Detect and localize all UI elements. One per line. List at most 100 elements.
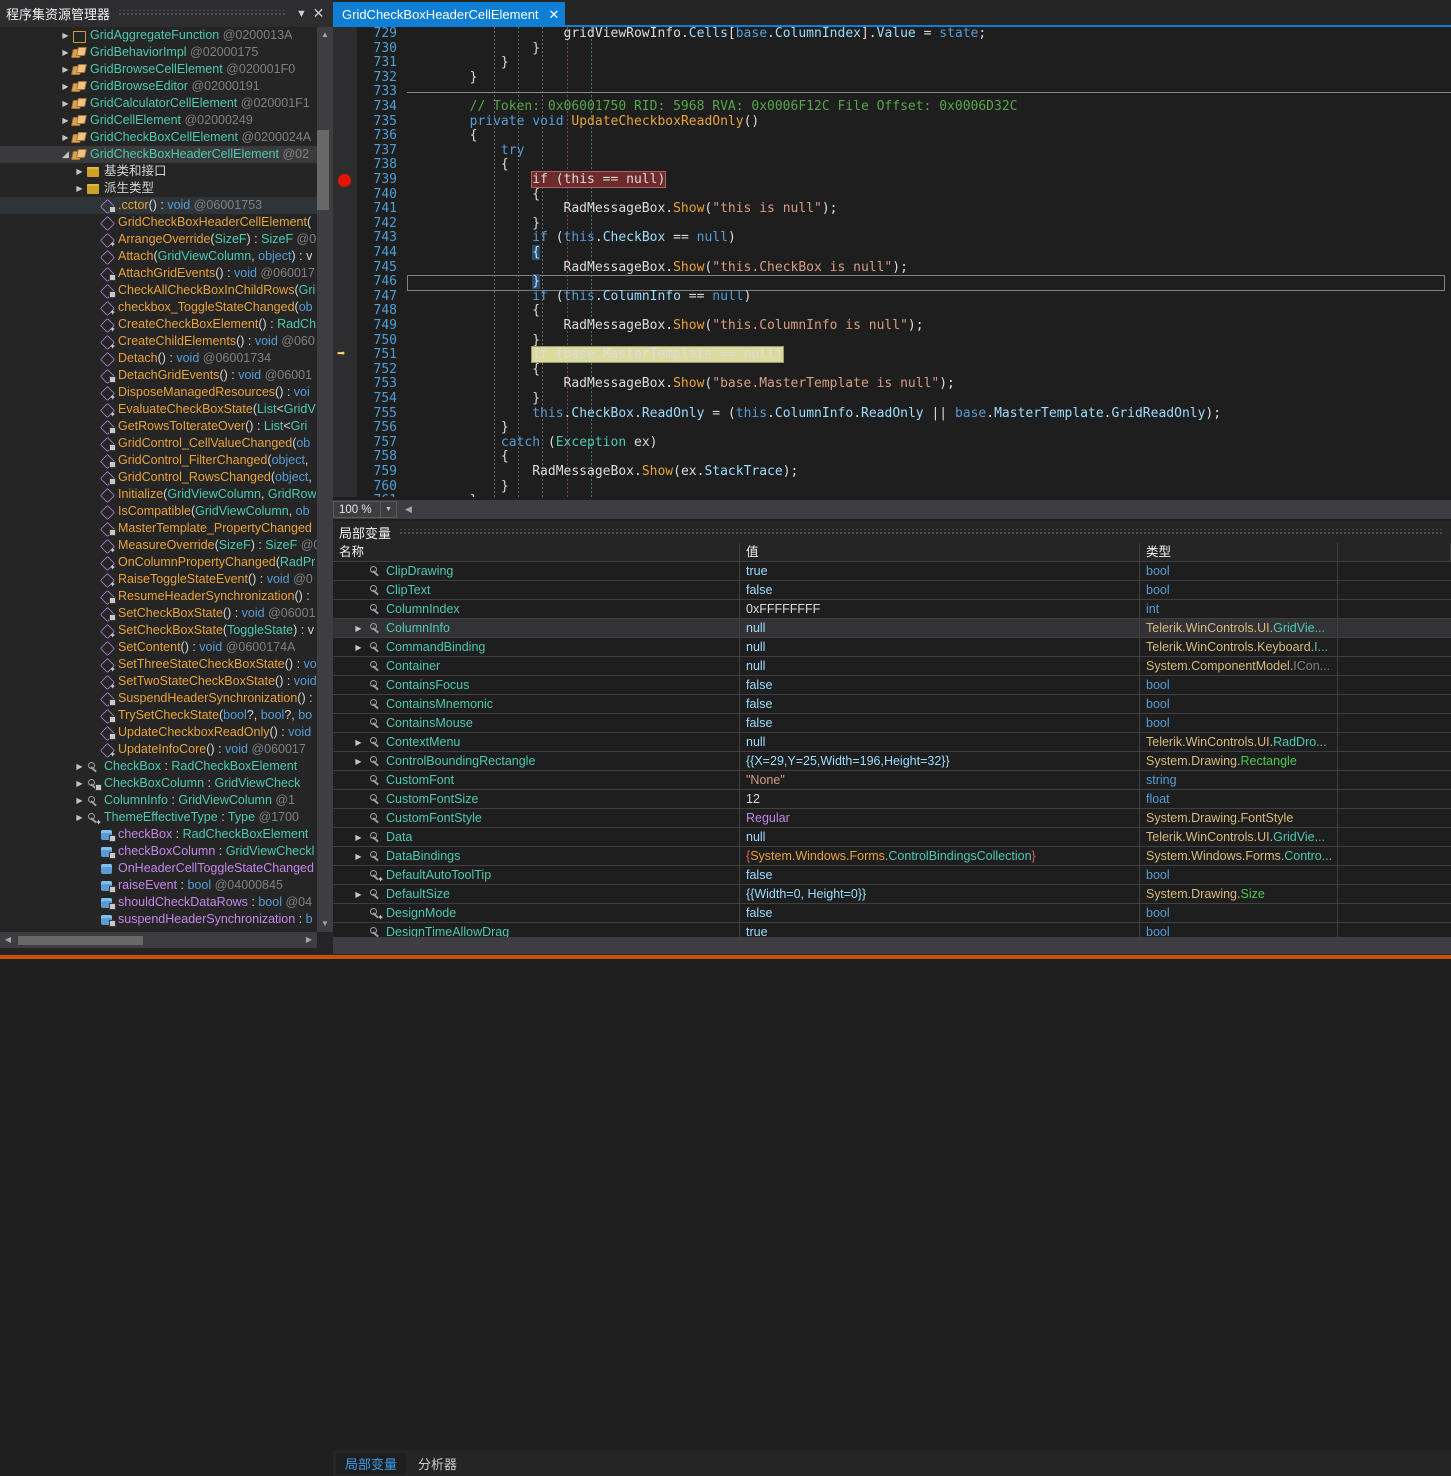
code-editor[interactable]: 729 gridViewRowInfo.Cells[base.ColumnInd… bbox=[333, 27, 1451, 497]
chevron-right-icon[interactable]: ▶ bbox=[60, 129, 71, 146]
cell-name[interactable]: ContainsMnemonic bbox=[333, 695, 740, 713]
tree-item[interactable]: ✦ SetThreeStateCheckBoxState() : vo bbox=[0, 656, 317, 674]
chevron-down-icon[interactable]: ▼ bbox=[381, 501, 397, 518]
code-line[interactable]: 754 } bbox=[333, 391, 1451, 407]
cell-value[interactable]: null bbox=[740, 657, 1140, 675]
tree-item[interactable]: suspendHeaderSynchronization : b bbox=[0, 911, 317, 928]
cell-name[interactable]: ▶ DataBindings bbox=[333, 847, 740, 865]
code-line[interactable]: 737 try bbox=[333, 143, 1451, 159]
locals-grid[interactable]: 名称 值 类型 ClipDrawing true bool ClipText false… bbox=[333, 543, 1451, 942]
breakpoint-icon[interactable] bbox=[338, 174, 351, 187]
code-line[interactable]: 732 } bbox=[333, 70, 1451, 86]
tree-item[interactable]: SetCheckBoxState() : void @06001 bbox=[0, 605, 317, 623]
tree-item[interactable]: Attach(GridViewColumn, object) : v bbox=[0, 248, 317, 266]
code-line[interactable]: 742 } bbox=[333, 216, 1451, 232]
code-line[interactable]: 739 if (this == null) bbox=[333, 171, 1451, 188]
tree-item[interactable]: checkBox : RadCheckBoxElement bbox=[0, 826, 317, 843]
cell-value[interactable]: {{X=29,Y=25,Width=196,Height=32}} bbox=[740, 752, 1140, 770]
code-line[interactable]: 753 RadMessageBox.Show("base.MasterTempl… bbox=[333, 377, 1451, 392]
table-row[interactable]: ▶ Data null Telerik.WinControls.UI.GridVie.… bbox=[333, 828, 1451, 847]
tree-item[interactable]: ▶ GridCheckBoxCellElement @0200024A bbox=[0, 129, 317, 146]
chevron-right-icon[interactable]: ▶ bbox=[74, 180, 85, 197]
code-line[interactable]: 745 RadMessageBox.Show("this.CheckBox is… bbox=[333, 260, 1451, 276]
table-row[interactable]: Container null System.ComponentModel.ICon.… bbox=[333, 657, 1451, 676]
scroll-left-icon[interactable]: ◀ bbox=[405, 504, 412, 515]
zoom-level-value[interactable]: 100 % bbox=[333, 501, 381, 518]
tree-item[interactable]: Detach() : void @06001734 bbox=[0, 350, 317, 368]
code-line[interactable]: 755 this.CheckBox.ReadOnly = (this.Colum… bbox=[333, 406, 1451, 422]
tree-item[interactable]: ▶ CheckBox : RadCheckBoxElement bbox=[0, 758, 317, 775]
tree-item[interactable]: UpdateCheckboxReadOnly() : void bbox=[0, 724, 317, 742]
table-row[interactable]: ▶ CommandBinding null Telerik.WinControls.K… bbox=[333, 638, 1451, 657]
cell-name[interactable]: ContainsFocus bbox=[333, 676, 740, 694]
chevron-down-icon[interactable]: ▼ bbox=[293, 4, 310, 24]
cell-name[interactable]: CustomFontStyle bbox=[333, 809, 740, 827]
tree-item[interactable]: ✦ UpdateInfoCore() : void @060017 bbox=[0, 741, 317, 759]
tree-item[interactable]: .cctor() : void @06001753 bbox=[0, 197, 317, 215]
table-row[interactable]: ▶ ColumnInfo null Telerik.WinControls.UI.Gr… bbox=[333, 619, 1451, 638]
cell-name[interactable]: CustomFont bbox=[333, 771, 740, 789]
scroll-right-icon[interactable]: ▶ bbox=[301, 932, 317, 948]
table-row[interactable]: ClipText false bool bbox=[333, 581, 1451, 600]
cell-name[interactable]: ContainsMouse bbox=[333, 714, 740, 732]
bottom-tab-1[interactable]: 局部变量 bbox=[336, 1452, 407, 1474]
code-line[interactable]: 736 { bbox=[333, 128, 1451, 144]
cell-value[interactable]: "None" bbox=[740, 771, 1140, 789]
table-row[interactable]: ClipDrawing true bool bbox=[333, 562, 1451, 581]
table-row[interactable]: CustomFontStyle Regular System.Drawing.Fon… bbox=[333, 809, 1451, 828]
tab-gridcheckboxheadercellelement[interactable]: GridCheckBoxHeaderCellElement ✕ bbox=[333, 2, 566, 27]
cell-name[interactable]: ▶ ContextMenu bbox=[333, 733, 740, 751]
chevron-right-icon[interactable]: ▶ bbox=[350, 852, 367, 861]
tree-item[interactable]: ▶ GridAggregateFunction @0200013A bbox=[0, 27, 317, 44]
chevron-right-icon[interactable]: ▶ bbox=[350, 890, 367, 899]
tree-item[interactable]: TrySetCheckState(bool?, bool?, bo bbox=[0, 707, 317, 725]
table-row[interactable]: CustomFontSize 12 float bbox=[333, 790, 1451, 809]
code-line[interactable]: 743 if (this.CheckBox == null) bbox=[333, 231, 1451, 246]
tree-horizontal-scroll-thumb[interactable] bbox=[18, 936, 143, 945]
column-header-value[interactable]: 值 bbox=[740, 543, 1140, 561]
cell-name[interactable]: ▶ DefaultSize bbox=[333, 885, 740, 903]
cell-name[interactable]: ColumnIndex bbox=[333, 600, 740, 618]
tree-item[interactable]: ▶ ✦ ThemeEffectiveType : Type @1700 bbox=[0, 809, 317, 827]
tree-item[interactable]: ▶ GridBrowseEditor @02000191 bbox=[0, 78, 317, 95]
chevron-right-icon[interactable]: ▶ bbox=[60, 61, 71, 78]
table-row[interactable]: ContainsFocus false bool bbox=[333, 676, 1451, 695]
cell-name[interactable]: ClipDrawing bbox=[333, 562, 740, 580]
tree-vertical-scroll-thumb[interactable] bbox=[317, 130, 329, 210]
tree-item[interactable]: Initialize(GridViewColumn, GridRow bbox=[0, 486, 317, 504]
bottom-tab-2[interactable]: 分析器 bbox=[409, 1453, 466, 1474]
table-row[interactable]: ContainsMouse false bool bbox=[333, 714, 1451, 733]
tree-item[interactable]: CheckAllCheckBoxInChildRows(Gri bbox=[0, 282, 317, 300]
code-line[interactable]: 747 if (this.ColumnInfo == null) bbox=[333, 289, 1451, 305]
chevron-right-icon[interactable]: ▶ bbox=[350, 738, 367, 747]
chevron-right-icon[interactable]: ▶ bbox=[74, 758, 85, 775]
chevron-right-icon[interactable]: ▶ bbox=[350, 624, 367, 633]
tree-item[interactable]: ✦ ArrangeOverride(SizeF) : SizeF @0 bbox=[0, 231, 317, 249]
table-row[interactable]: ▶ DataBindings {System.Windows.Forms.Contr… bbox=[333, 847, 1451, 866]
chevron-right-icon[interactable]: ▶ bbox=[60, 112, 71, 129]
tree-item[interactable]: ▶ GridCalculatorCellElement @020001F1 bbox=[0, 95, 317, 112]
chevron-right-icon[interactable]: ▶ bbox=[74, 792, 85, 809]
code-line[interactable]: 731 } bbox=[333, 55, 1451, 71]
code-line[interactable]: 757 catch (Exception ex) bbox=[333, 435, 1451, 451]
tree-item[interactable]: ◢ GridCheckBoxHeaderCellElement @02 bbox=[0, 146, 317, 163]
column-header-name[interactable]: 名称 bbox=[333, 543, 740, 561]
cell-value[interactable]: null bbox=[740, 828, 1140, 846]
cell-value[interactable]: null bbox=[740, 638, 1140, 656]
code-line[interactable]: 746 } bbox=[333, 274, 1451, 292]
cell-name[interactable]: ▶ ColumnInfo bbox=[333, 619, 740, 637]
cell-name[interactable]: ClipText bbox=[333, 581, 740, 599]
chevron-right-icon[interactable]: ▶ bbox=[60, 27, 71, 44]
tree-item[interactable]: ✦ SetTwoStateCheckBoxState() : void bbox=[0, 673, 317, 691]
chevron-right-icon[interactable]: ▶ bbox=[350, 757, 367, 766]
cell-value[interactable]: Regular bbox=[740, 809, 1140, 827]
tree-item[interactable]: ResumeHeaderSynchronization() : bbox=[0, 588, 317, 606]
code-line[interactable]: 734 // Token: 0x06001750 RID: 5968 RVA: … bbox=[333, 99, 1451, 115]
chevron-right-icon[interactable]: ▶ bbox=[350, 643, 367, 652]
table-row[interactable]: ✦ DesignMode false bool bbox=[333, 904, 1451, 923]
tree-item[interactable]: ✦ DisposeManagedResources() : voi bbox=[0, 384, 317, 402]
cell-name[interactable]: Container bbox=[333, 657, 740, 675]
cell-value[interactable]: 12 bbox=[740, 790, 1140, 808]
tree-item[interactable]: GridControl_FilterChanged(object, bbox=[0, 452, 317, 470]
chevron-right-icon[interactable]: ▶ bbox=[60, 95, 71, 112]
